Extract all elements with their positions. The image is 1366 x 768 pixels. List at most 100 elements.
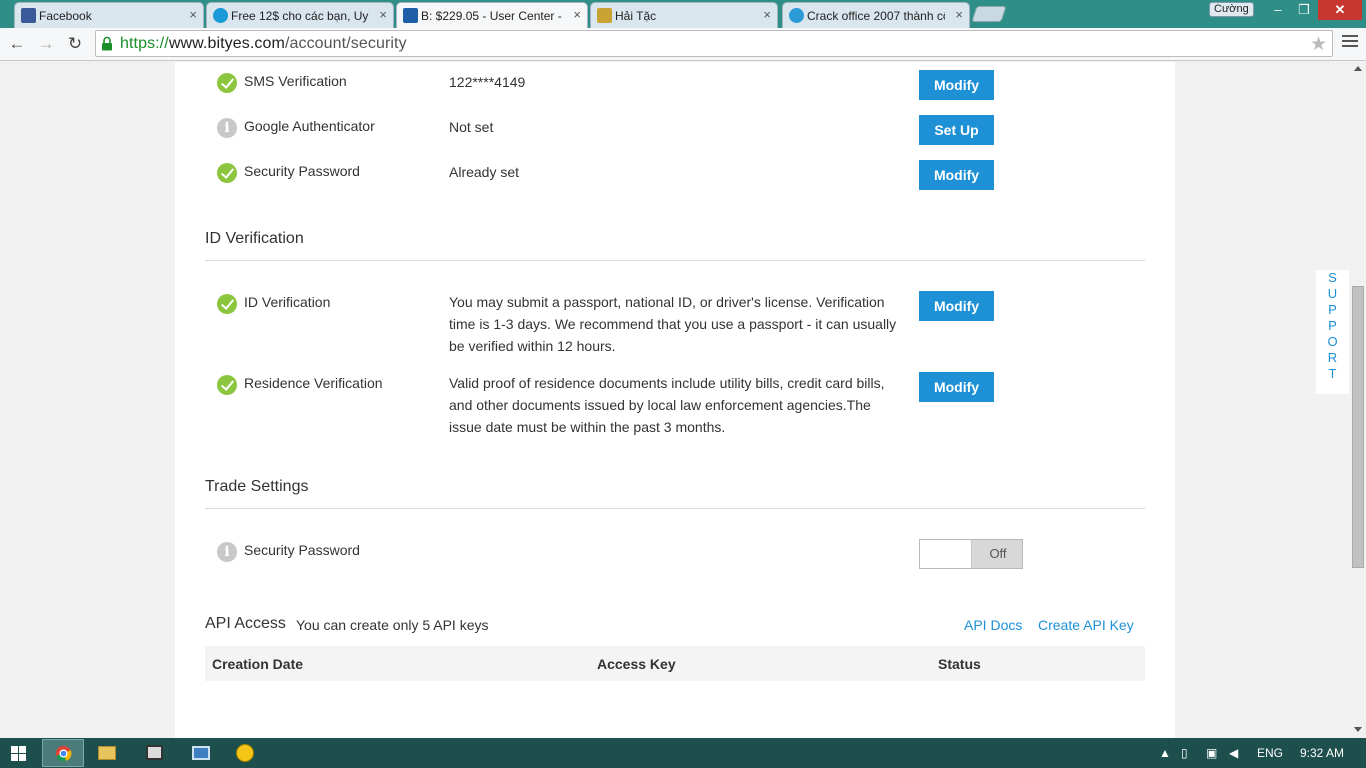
taskbar-messenger[interactable] xyxy=(224,739,266,767)
tab-free-12[interactable]: Free 12$ cho các bạn, Uy t × xyxy=(206,2,394,28)
lock-icon xyxy=(102,36,112,51)
url-text[interactable]: https://www.bityes.com/account/security xyxy=(120,35,407,53)
taskbar-window-app[interactable] xyxy=(180,739,222,767)
camera-icon xyxy=(146,745,163,760)
support-tab[interactable]: S U P P O R T xyxy=(1316,270,1349,394)
tab-facebook[interactable]: Facebook × xyxy=(14,2,204,28)
row-label: Security Password xyxy=(244,163,360,179)
tab-label: Facebook xyxy=(39,9,92,23)
bookmark-star-icon[interactable]: ★ xyxy=(1310,33,1327,56)
clock[interactable]: 9:32 AM xyxy=(1300,746,1344,760)
windows-start-icon[interactable] xyxy=(11,746,26,761)
facebook-icon xyxy=(21,8,36,23)
toggle-state: Off xyxy=(989,546,1007,561)
tab-user-center[interactable]: B: $229.05 - User Center - × xyxy=(396,2,588,29)
support-letter: P xyxy=(1328,318,1337,333)
taskbar-chrome[interactable] xyxy=(42,739,84,767)
address-bar[interactable]: https://www.bityes.com/account/security … xyxy=(95,30,1333,57)
security-panel: SMS Verification 122****4149 Modify i Go… xyxy=(175,62,1175,738)
support-letter: U xyxy=(1327,286,1338,301)
row-label: Residence Verification xyxy=(244,375,383,391)
speaker-icon[interactable]: ◀ xyxy=(1229,746,1238,760)
close-icon[interactable]: × xyxy=(763,7,771,22)
info-circle-icon: i xyxy=(217,542,237,562)
section-title-id-verification: ID Verification xyxy=(205,230,304,247)
row-value: 122****4149 xyxy=(449,74,526,90)
tab-label: Free 12$ cho các bạn, Uy t xyxy=(231,9,369,23)
refresh-circle-icon xyxy=(789,8,804,23)
restore-icon[interactable]: ❐ xyxy=(1292,0,1316,20)
check-circle-icon xyxy=(217,73,237,93)
create-api-key-link[interactable]: Create API Key xyxy=(1038,617,1134,633)
row-label: SMS Verification xyxy=(244,73,347,89)
scroll-down-arrow-icon[interactable] xyxy=(1354,727,1362,732)
row-label: Google Authenticator xyxy=(244,118,375,134)
scroll-up-arrow-icon[interactable] xyxy=(1354,66,1362,71)
trade-password-toggle[interactable]: Off xyxy=(919,539,1023,569)
check-circle-icon xyxy=(217,375,237,395)
row-description: You may submit a passport, national ID, … xyxy=(449,294,897,354)
close-icon[interactable]: × xyxy=(189,7,197,22)
column-creation-date: Creation Date xyxy=(212,656,304,672)
api-table-header: Creation Date Access Key Status xyxy=(205,646,1145,681)
tab-crack-office[interactable]: Crack office 2007 thành cô × xyxy=(782,2,970,28)
chrome-icon xyxy=(55,745,72,762)
section-title-trade-settings: Trade Settings xyxy=(205,478,309,495)
modify-sms-button[interactable]: Modify xyxy=(919,70,994,100)
tab-label: B: $229.05 - User Center - xyxy=(421,9,562,23)
close-icon[interactable]: × xyxy=(573,7,581,22)
section-title-api-access: API Access xyxy=(205,615,286,632)
setup-google-auth-button[interactable]: Set Up xyxy=(919,115,994,145)
connection-icon[interactable]: ▣ xyxy=(1206,746,1217,760)
new-tab-button[interactable] xyxy=(971,6,1007,22)
smiley-icon xyxy=(236,744,254,762)
input-language[interactable]: ENG xyxy=(1257,746,1283,760)
profile-button[interactable]: Cường xyxy=(1209,2,1254,17)
page-scrollbar[interactable] xyxy=(1350,62,1366,738)
support-letter: O xyxy=(1327,334,1338,349)
back-arrow-icon[interactable]: ← xyxy=(5,32,29,56)
minimize-icon[interactable]: – xyxy=(1266,0,1290,20)
api-limit-note: You can create only 5 API keys xyxy=(296,617,489,633)
tab-label: Hải Tặc xyxy=(615,9,657,23)
support-letter: P xyxy=(1328,302,1337,317)
row-value: Not set xyxy=(449,119,494,135)
scroll-thumb[interactable] xyxy=(1352,286,1364,568)
modify-residence-verification-button[interactable]: Modify xyxy=(919,372,994,402)
dollar-icon xyxy=(213,8,228,23)
section-divider xyxy=(205,508,1145,509)
support-letter: T xyxy=(1328,366,1337,381)
taskbar-file-explorer[interactable] xyxy=(86,739,128,767)
browser-toolbar: ← → ↻ https://www.bityes.com/account/sec… xyxy=(0,28,1366,61)
chrome-menu-icon[interactable] xyxy=(1342,35,1358,51)
browser-tab-strip: Facebook × Free 12$ cho các bạn, Uy t × … xyxy=(0,0,1366,29)
network-icon[interactable]: ▯ xyxy=(1181,746,1188,760)
modify-security-password-button[interactable]: Modify xyxy=(919,160,994,190)
toggle-knob xyxy=(920,540,972,568)
reload-icon[interactable]: ↻ xyxy=(63,32,87,56)
support-letter: S xyxy=(1328,270,1337,285)
book-stack-icon xyxy=(597,8,612,23)
modify-id-verification-button[interactable]: Modify xyxy=(919,291,994,321)
tray-expand-icon[interactable]: ▲ xyxy=(1159,746,1171,760)
support-letter: R xyxy=(1327,350,1338,365)
close-icon[interactable]: × xyxy=(379,7,387,22)
windows-taskbar: ▲ ▯ ▣ ◀ ENG 9:32 AM xyxy=(0,738,1366,768)
window-app-icon xyxy=(192,746,210,760)
tab-label: Crack office 2007 thành cô xyxy=(807,9,945,23)
forward-arrow-icon[interactable]: → xyxy=(34,32,58,56)
info-circle-icon: i xyxy=(217,118,237,138)
section-divider xyxy=(205,260,1145,261)
api-docs-link[interactable]: API Docs xyxy=(964,617,1022,633)
bityes-icon xyxy=(403,8,418,23)
url-scheme: https:// xyxy=(120,35,169,52)
tab-hai-tac[interactable]: Hải Tặc × xyxy=(590,2,778,28)
close-icon[interactable]: × xyxy=(955,7,963,22)
folder-icon xyxy=(98,746,116,760)
column-status: Status xyxy=(938,656,981,672)
window-close-icon[interactable]: ✕ xyxy=(1318,0,1362,20)
taskbar-camera-app[interactable] xyxy=(134,739,176,767)
row-label: Security Password xyxy=(244,542,360,558)
check-circle-icon xyxy=(217,294,237,314)
url-host: www.bityes.com xyxy=(168,35,285,52)
